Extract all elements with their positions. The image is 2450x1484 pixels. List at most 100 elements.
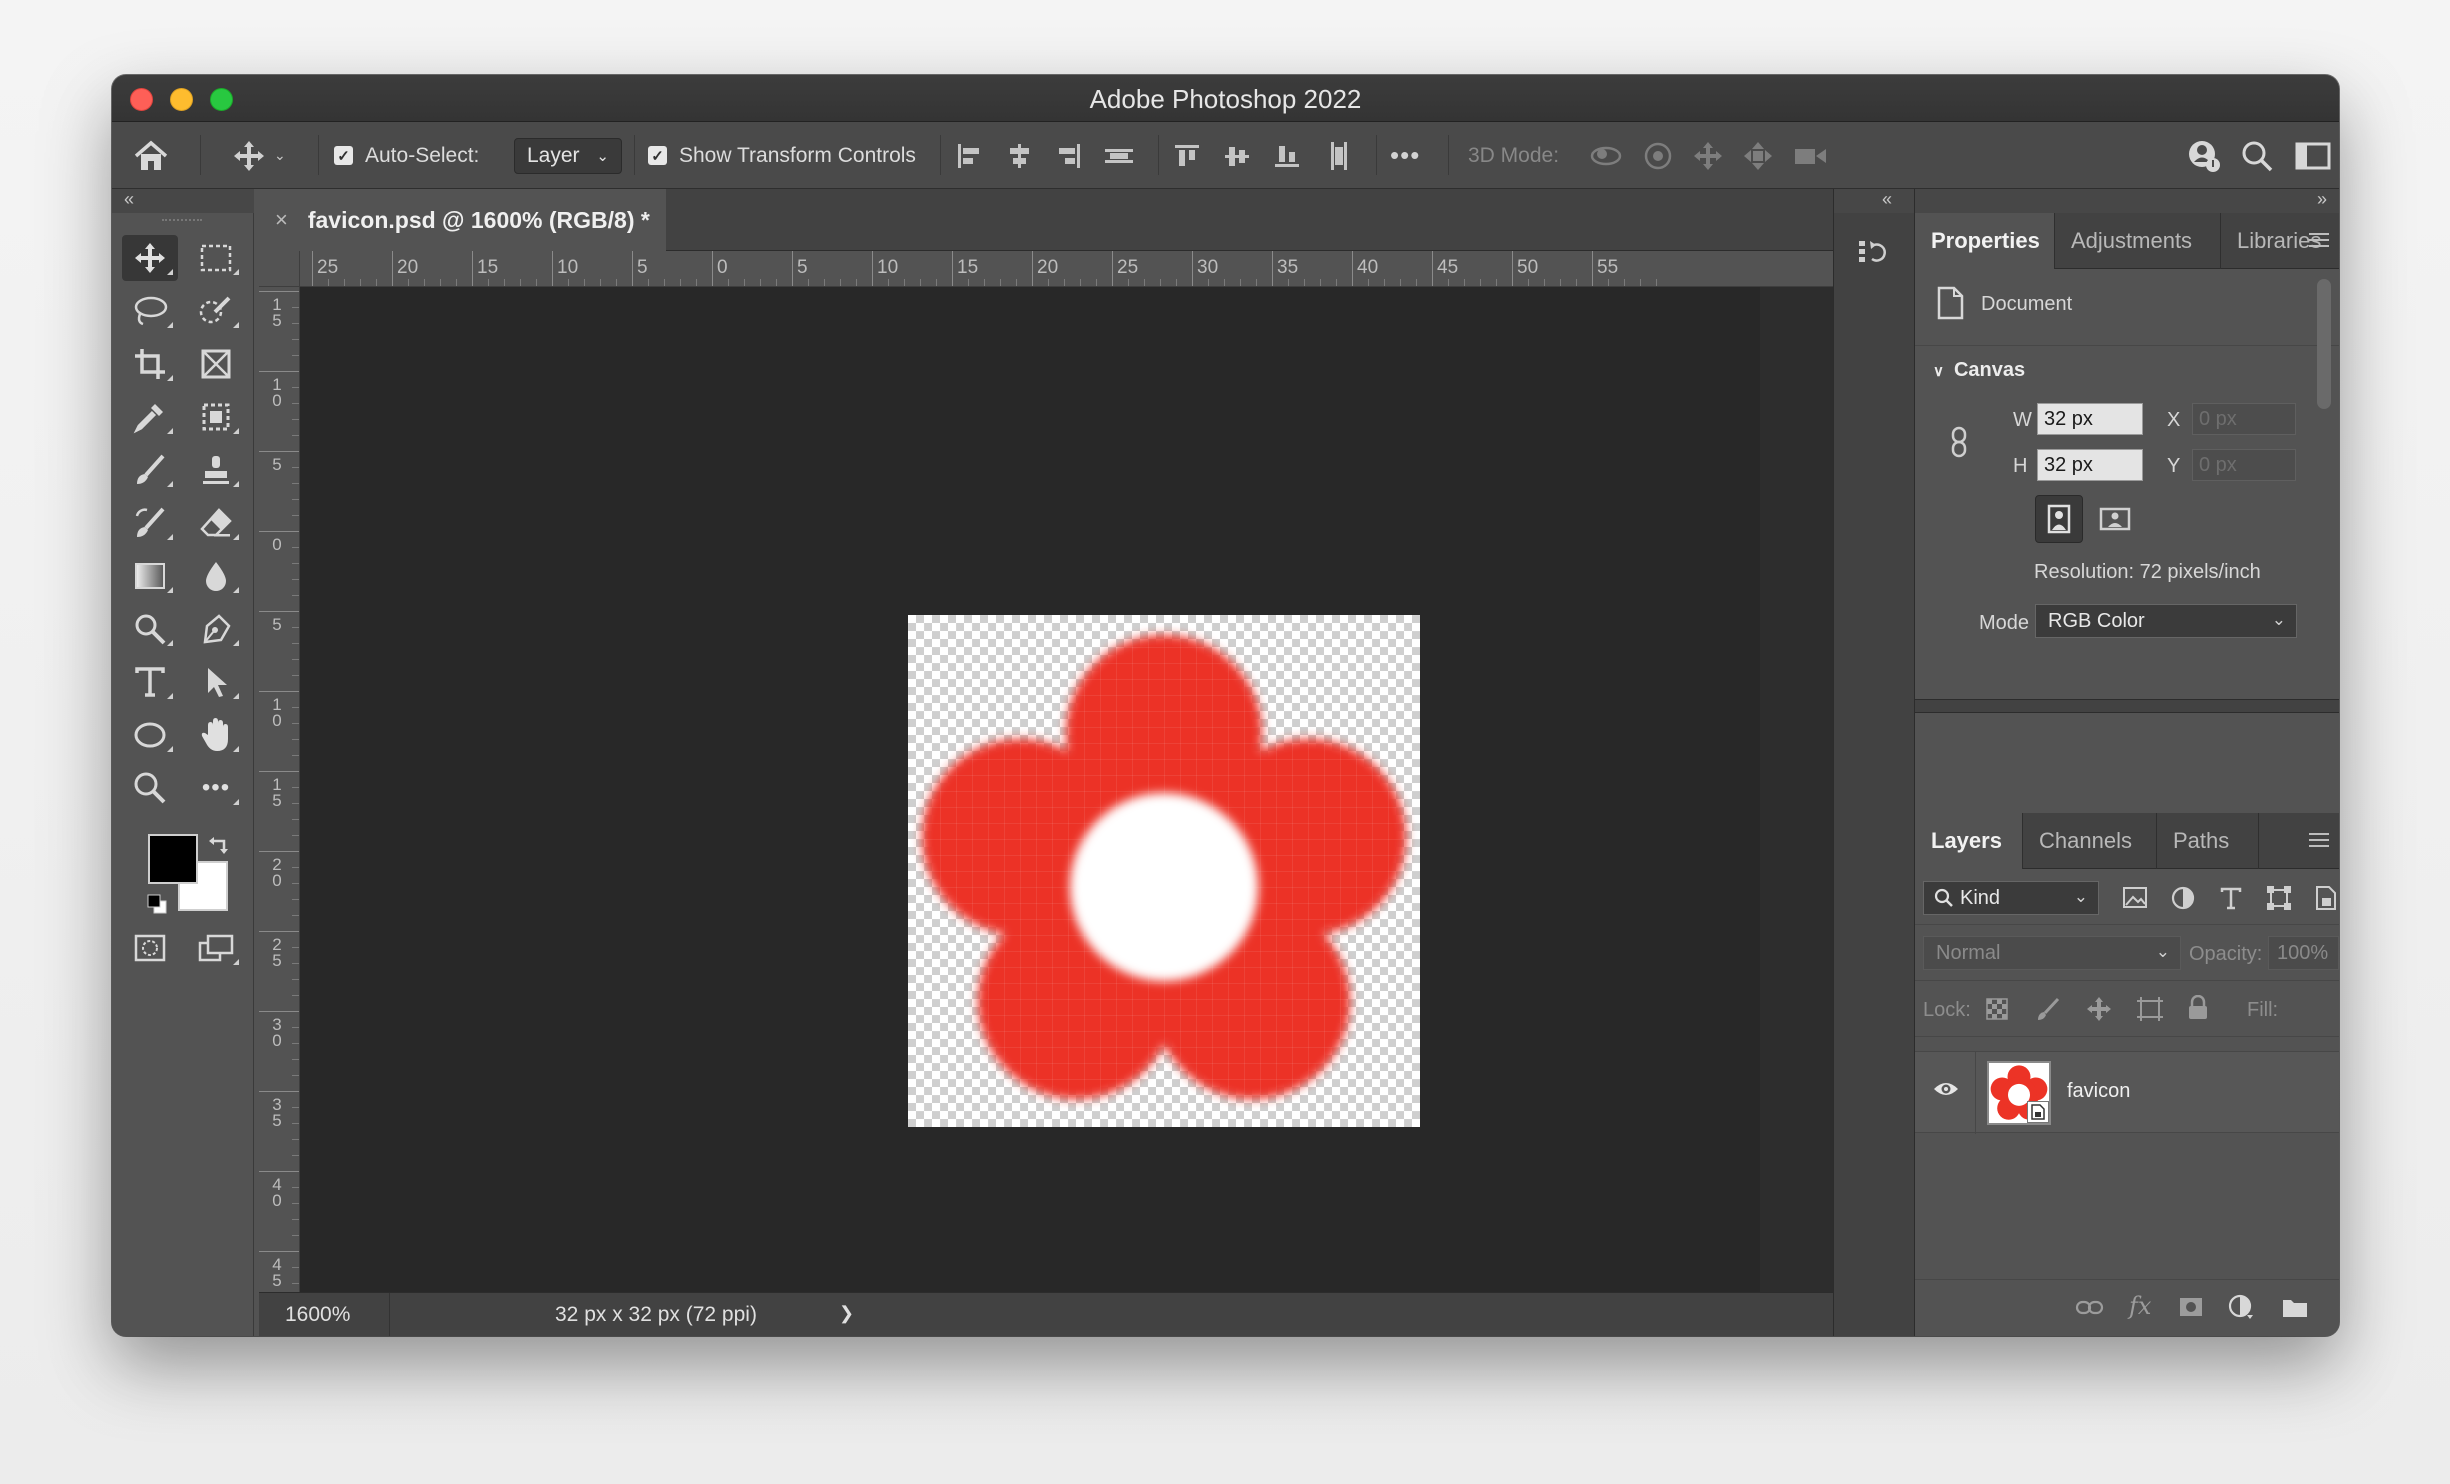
filter-shape-icon[interactable] — [2265, 884, 2293, 912]
link-layers-icon[interactable] — [2075, 1298, 2105, 1318]
ruler-minor-tick — [292, 1027, 299, 1028]
move-tool[interactable] — [122, 235, 178, 281]
default-colors-button[interactable] — [146, 893, 168, 920]
lock-transparent-pixels-icon[interactable] — [1985, 997, 2009, 1021]
learn-button[interactable] — [2186, 122, 2222, 189]
landscape-orientation-button[interactable] — [2091, 495, 2139, 543]
close-document-icon[interactable]: × — [275, 207, 288, 233]
tab-channels[interactable]: Channels — [2023, 813, 2157, 869]
chevron-right-icon[interactable]: ❯ — [839, 1303, 854, 1324]
new-fill-adjustment-icon[interactable] — [2227, 1293, 2255, 1321]
vertical-ruler[interactable]: 1 5 1 0 5 0 5 1 0 1 5 2 0 2 5 3 0 3 5 4 0 4 5 — [259, 287, 300, 1292]
eraser-tool[interactable] — [188, 500, 244, 546]
panels-collapse-strip[interactable]: » — [1915, 189, 2339, 213]
hand-tool[interactable] — [188, 712, 244, 758]
ellipse-tool[interactable] — [122, 712, 178, 758]
align-vertical-center-icon[interactable] — [1222, 141, 1252, 171]
portrait-orientation-button[interactable] — [2035, 495, 2083, 543]
layers-menu-icon[interactable] — [2309, 833, 2329, 851]
swap-colors-button[interactable] — [208, 833, 232, 862]
pan-3d-icon[interactable] — [1692, 140, 1724, 172]
home-button[interactable] — [132, 122, 170, 189]
layer-visibility-toggle[interactable] — [1933, 1080, 1959, 1103]
tab-properties[interactable]: Properties — [1915, 213, 2055, 269]
filter-pixel-icon[interactable] — [2121, 885, 2149, 911]
align-top-icon[interactable] — [1172, 141, 1202, 171]
blur-tool[interactable] — [188, 553, 244, 599]
document-info[interactable]: 32 px x 32 px (72 ppi) — [555, 1303, 757, 1327]
crop-tool[interactable] — [122, 341, 178, 387]
properties-menu-icon[interactable] — [2309, 233, 2329, 251]
type-tool[interactable] — [122, 659, 178, 705]
width-field[interactable]: 32 px — [2037, 403, 2143, 435]
properties-scrollbar[interactable] — [2317, 279, 2331, 409]
lock-position-icon[interactable] — [2085, 995, 2113, 1023]
horizontal-ruler[interactable]: 25 20 15 10 5 0 5 10 15 20 25 30 35 40 45 50 55 — [300, 251, 1833, 287]
eyedropper-tool[interactable] — [122, 394, 178, 440]
auto-select-checkbox[interactable]: ✓ Auto-Select: — [334, 122, 479, 189]
align-horizontal-center-icon[interactable] — [1004, 141, 1034, 171]
quick-selection-tool[interactable] — [188, 288, 244, 334]
edit-toolbar-button[interactable]: ••• — [188, 765, 244, 811]
filter-smart-object-icon[interactable] — [2313, 884, 2339, 912]
distribute-button[interactable] — [1102, 122, 1136, 189]
pasteboard[interactable] — [300, 287, 1760, 1292]
filter-kind-dropdown[interactable]: Kind ⌄ — [1923, 881, 2099, 915]
toolbar-collapse-strip[interactable]: « — [112, 189, 254, 213]
marquee-tool[interactable] — [188, 235, 244, 281]
height-field[interactable]: 32 px — [2037, 449, 2143, 481]
lock-image-pixels-icon[interactable] — [2035, 996, 2061, 1022]
align-right-icon[interactable] — [1054, 141, 1084, 171]
document-tab[interactable]: × favicon.psd @ 1600% (RGB/8) * — [259, 189, 666, 251]
pen-tool[interactable] — [188, 606, 244, 652]
gradient-tool[interactable] — [122, 553, 178, 599]
layer-effects-icon[interactable]: fx — [2129, 1292, 2151, 1320]
lock-artboard-icon[interactable] — [2135, 996, 2165, 1022]
panel-splitter[interactable] — [1915, 699, 2339, 713]
object-selection-tool[interactable] — [188, 394, 244, 440]
new-group-icon[interactable] — [2281, 1295, 2309, 1319]
align-bottom-icon[interactable] — [1272, 141, 1302, 171]
filter-adjustment-icon[interactable] — [2170, 885, 2196, 911]
zoom-level[interactable]: 1600% — [285, 1303, 350, 1327]
align-left-icon[interactable] — [954, 141, 984, 171]
add-mask-icon[interactable] — [2178, 1296, 2204, 1318]
layer-name[interactable]: favicon — [2067, 1080, 2130, 1103]
filter-type-icon[interactable] — [2218, 885, 2244, 911]
dock-collapse-strip[interactable]: « — [1834, 189, 1914, 213]
workspace-button[interactable]: ⌄ — [2294, 122, 2339, 189]
document-canvas[interactable] — [908, 615, 1420, 1127]
lock-all-icon[interactable] — [2187, 995, 2209, 1021]
slide-3d-icon[interactable] — [1742, 140, 1774, 172]
search-button[interactable] — [2240, 122, 2274, 189]
history-panel-button[interactable] — [1846, 225, 1902, 281]
tab-layers[interactable]: Layers — [1915, 813, 2023, 869]
tab-paths[interactable]: Paths — [2157, 813, 2259, 869]
auto-select-dropdown[interactable]: Layer ⌄ — [514, 122, 622, 189]
color-mode-dropdown[interactable]: RGB Color ⌄ — [2035, 604, 2297, 638]
quick-mask-button[interactable] — [122, 925, 178, 971]
path-selection-tool[interactable] — [188, 659, 244, 705]
ruler-origin[interactable] — [259, 251, 300, 287]
roll-3d-icon[interactable] — [1642, 140, 1674, 172]
dodge-tool[interactable] — [122, 606, 178, 652]
lasso-tool[interactable] — [122, 288, 178, 334]
canvas-section-header[interactable]: ∨ Canvas — [1933, 359, 2025, 382]
type-icon — [135, 667, 165, 697]
zoom-tool[interactable] — [122, 765, 178, 811]
frame-tool[interactable] — [188, 341, 244, 387]
more-options-button[interactable]: ••• — [1390, 122, 1420, 189]
move-tool-preset[interactable]: ⌄ — [232, 122, 286, 189]
layer-row-favicon[interactable]: favicon — [1915, 1051, 2339, 1134]
history-brush-tool[interactable] — [122, 500, 178, 546]
orbit-3d-icon[interactable] — [1588, 141, 1624, 171]
scale-3d-icon[interactable] — [1792, 141, 1830, 171]
foreground-color-swatch[interactable] — [148, 834, 198, 884]
brush-tool[interactable] — [122, 447, 178, 493]
stamp-tool[interactable] — [188, 447, 244, 493]
tab-adjustments[interactable]: Adjustments — [2055, 213, 2221, 269]
screen-mode-button[interactable] — [188, 925, 244, 971]
distribute-vertical-button[interactable] — [1324, 122, 1354, 189]
show-transform-checkbox[interactable]: ✓ Show Transform Controls — [648, 122, 916, 189]
link-dimensions-button[interactable] — [1949, 425, 1969, 464]
